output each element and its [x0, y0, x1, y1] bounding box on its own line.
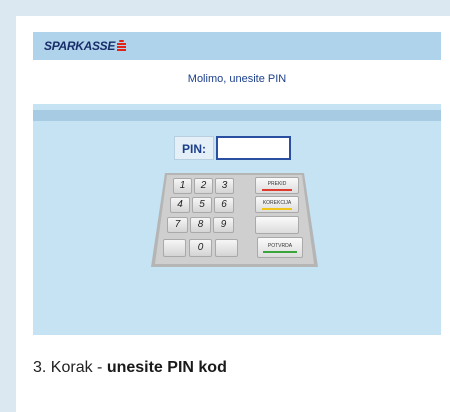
atm-screen: SPARKASSE Molimo, unesite PIN PIN: 1 2 3… [33, 32, 441, 335]
key-8[interactable]: 8 [190, 217, 211, 233]
key-0[interactable]: 0 [189, 239, 212, 257]
blank-key-right[interactable] [215, 239, 238, 257]
key-2[interactable]: 2 [194, 178, 213, 194]
top-border [0, 0, 450, 16]
cancel-button[interactable]: PREKID [255, 177, 299, 194]
brand-name: SPARKASSE [44, 39, 116, 53]
step-caption-emphasis: unesite PIN kod [106, 359, 227, 376]
atm-header: SPARKASSE [33, 32, 441, 60]
step-caption: 3. Korak - unesite PIN kod [33, 359, 227, 377]
key-3[interactable]: 3 [215, 178, 234, 194]
correction-button[interactable]: KOREKCIJA [255, 196, 299, 213]
key-9[interactable]: 9 [213, 217, 234, 233]
blank-function-key[interactable] [255, 216, 299, 234]
keypad: 1 2 3 PREKID 4 5 6 KOREKCIJA 7 8 9 0 POT… [151, 173, 318, 267]
correction-label: KOREKCIJA [262, 200, 292, 206]
key-7[interactable]: 7 [167, 217, 188, 233]
confirm-color-bar [263, 251, 297, 253]
prompt-title: Molimo, unesite PIN [187, 73, 287, 85]
key-5[interactable]: 5 [192, 197, 212, 213]
prompt-area: Molimo, unesite PIN [33, 60, 441, 104]
pin-label: PIN: [174, 136, 214, 160]
step-caption-prefix: 3. Korak - [33, 359, 107, 376]
blank-key-left[interactable] [163, 239, 186, 257]
cancel-label: PREKID [267, 181, 287, 187]
pin-input[interactable] [216, 136, 291, 160]
correction-color-bar [262, 208, 292, 210]
key-6[interactable]: 6 [214, 197, 234, 213]
left-border [0, 0, 16, 412]
divider-band [33, 110, 441, 121]
cancel-color-bar [262, 189, 292, 191]
confirm-button[interactable]: POTVRDA [257, 237, 303, 258]
sparkasse-logo: SPARKASSE [44, 39, 127, 53]
sparkasse-s-icon [117, 40, 127, 51]
key-1[interactable]: 1 [173, 178, 192, 194]
confirm-label: POTVRDA [267, 243, 293, 249]
key-4[interactable]: 4 [170, 197, 190, 213]
